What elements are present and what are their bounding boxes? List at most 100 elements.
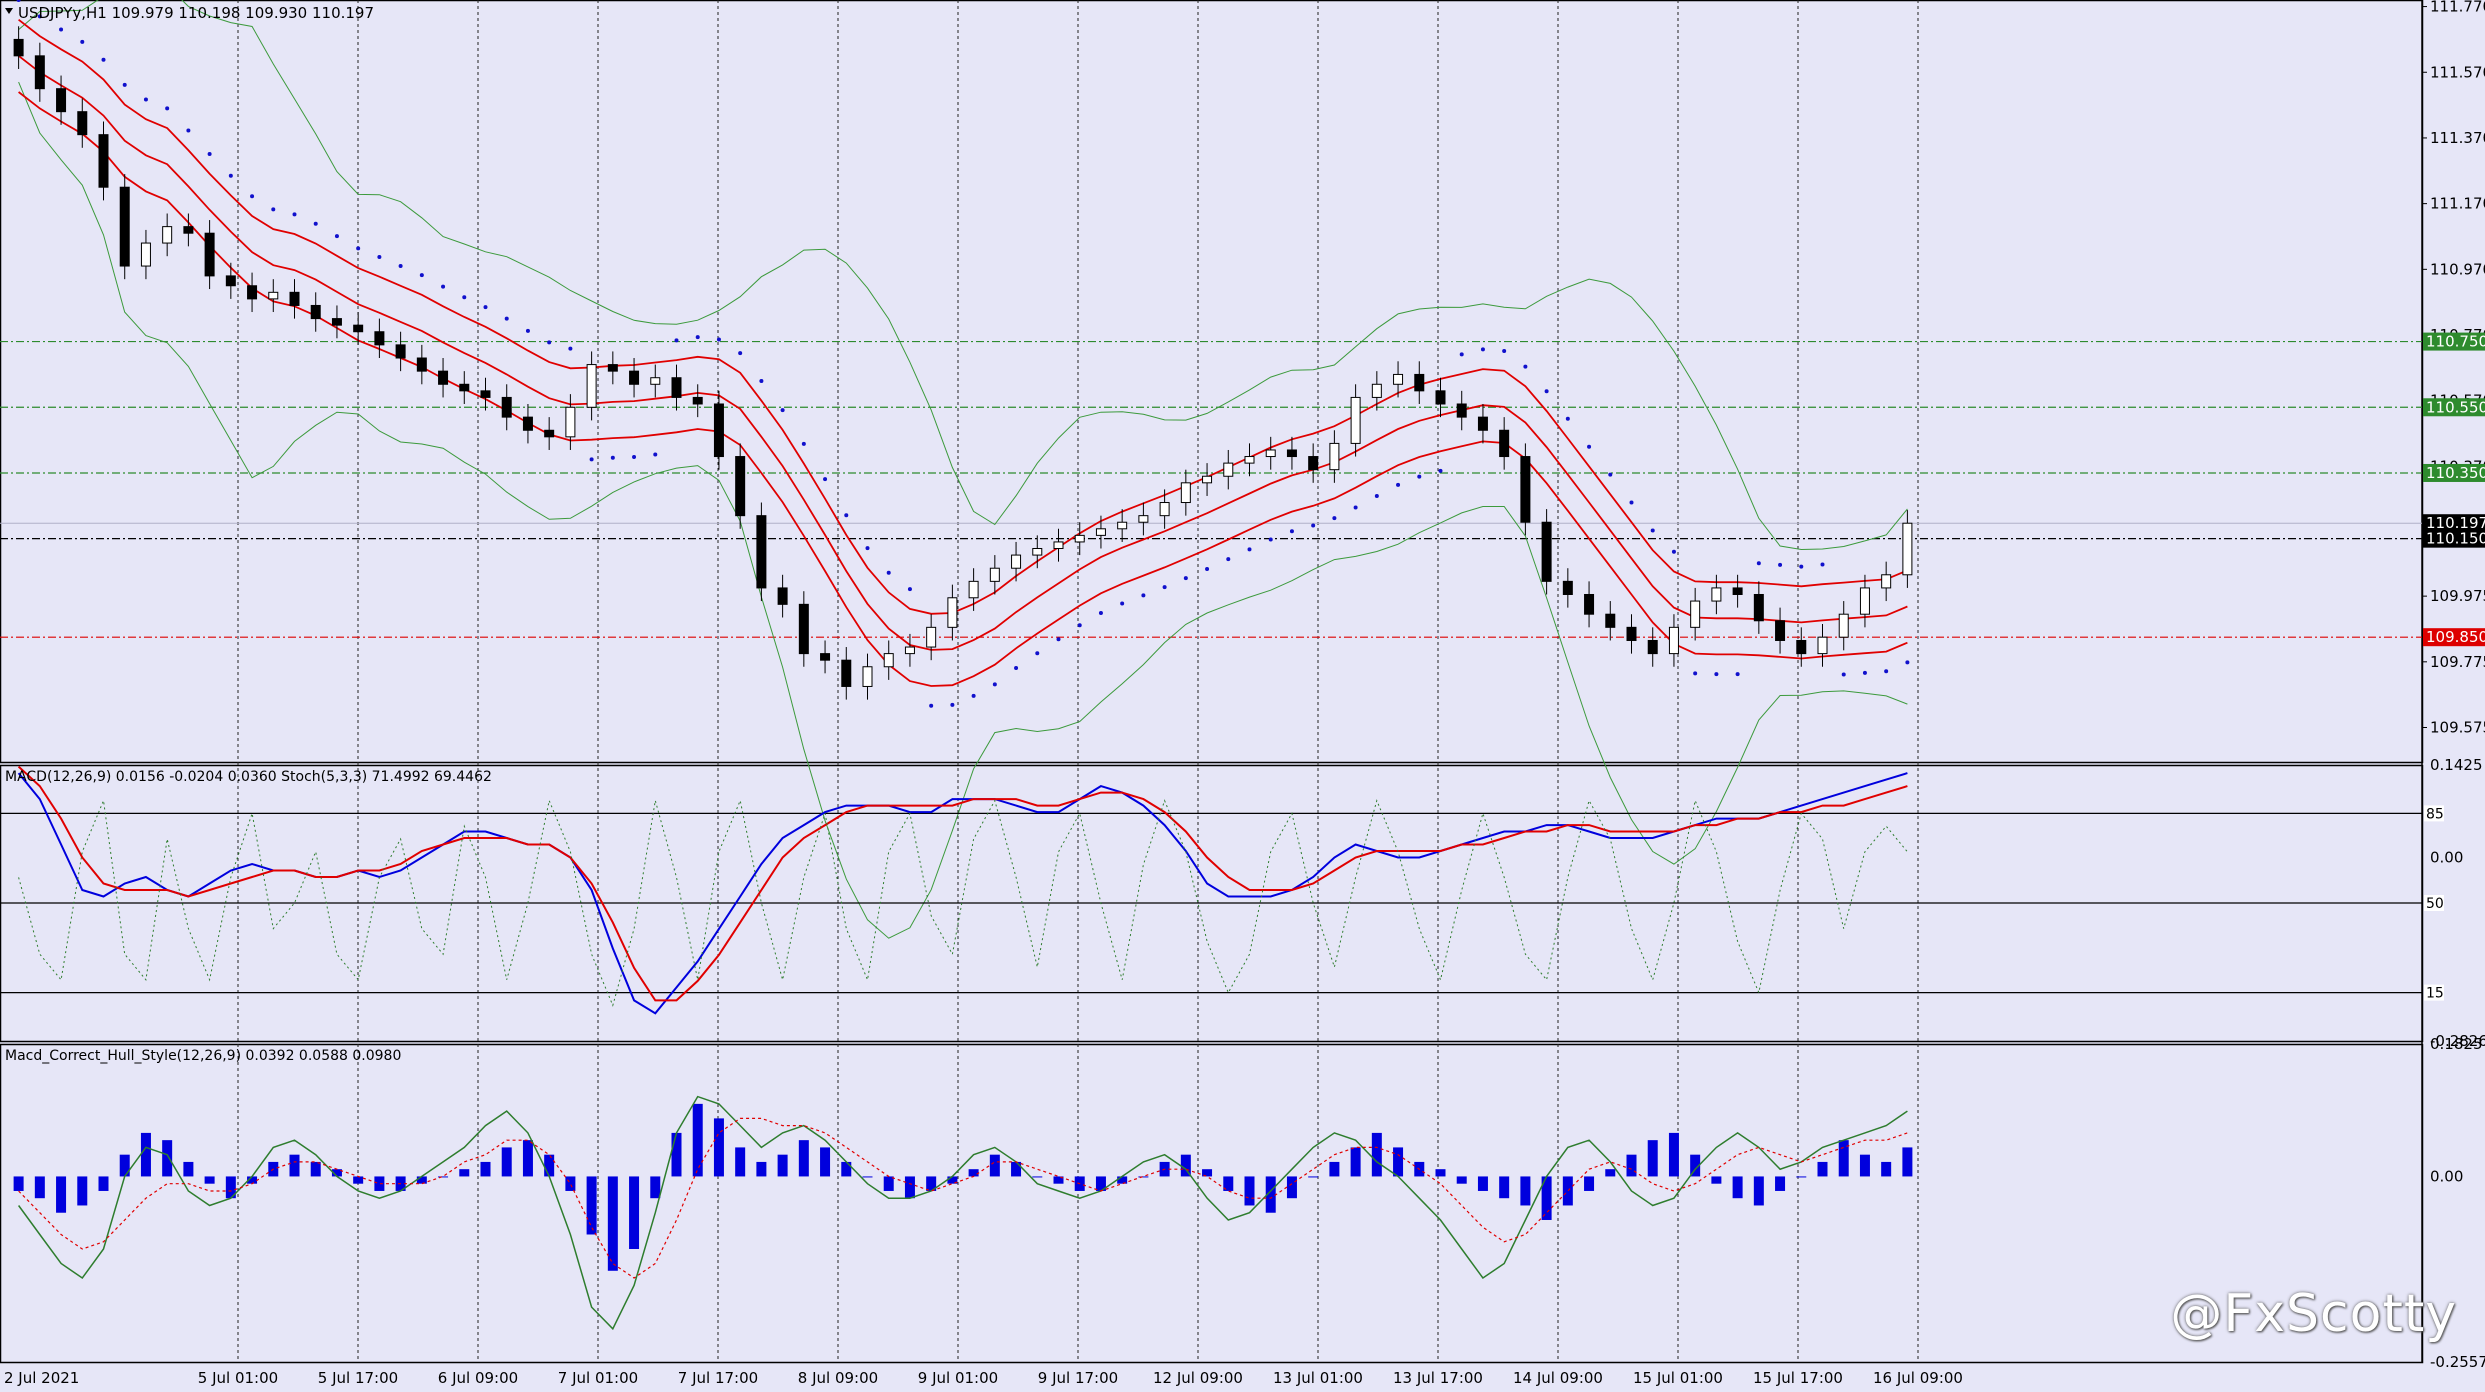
candle-body (883, 653, 894, 668)
candle-body (268, 291, 279, 300)
candle-body (1881, 574, 1892, 589)
chart-canvas[interactable]: 2 Jul 2021 5 Jul 01:00 5 Jul 17:00 6 Jul 09… (0, 0, 2485, 1388)
time-axis-label: 15 Jul 17:00 (1753, 1369, 1843, 1387)
hull-histogram-bar (162, 1140, 173, 1177)
sar-dot (1162, 585, 1167, 590)
sar-dot (1756, 561, 1761, 566)
sar-dot (1523, 364, 1528, 369)
hull-tick-label: -0.2557 (2430, 1353, 2485, 1371)
candle-body (119, 186, 130, 267)
sar-dot (653, 452, 658, 457)
candle-body (1626, 626, 1637, 641)
hull-histogram-bar (459, 1169, 470, 1177)
candle-body (1308, 456, 1319, 471)
hull-histogram-bar (565, 1176, 576, 1191)
sar-dot (674, 338, 679, 343)
sar-dot (1565, 416, 1570, 421)
sar-dot (759, 379, 764, 383)
stoch-level-label: 50 (2426, 896, 2444, 912)
sar-dot (186, 128, 191, 133)
sar-dot (1035, 651, 1040, 656)
sar-dot (1438, 468, 1443, 473)
candle-body (650, 377, 661, 385)
hull-histogram-bar (1308, 1176, 1319, 1178)
sar-dot (886, 570, 891, 575)
trading-chart[interactable]: 2 Jul 2021 5 Jul 01:00 5 Jul 17:00 6 Jul 09… (0, 0, 2485, 1388)
hull-histogram-bar (1626, 1154, 1637, 1177)
sar-dot (1820, 562, 1825, 567)
price-tick-label: 109.775 (2430, 653, 2485, 671)
hull-histogram-bar (1902, 1147, 1913, 1177)
candle-body (1753, 593, 1764, 622)
candle-body (1520, 456, 1531, 523)
envelope-upper-line (18, 18, 1908, 615)
sar-dot (1014, 665, 1019, 670)
price-tick-label: 110.970 (2430, 260, 2485, 278)
hull-histogram-bar (1668, 1132, 1679, 1177)
level-tag-label: 109.850 (2426, 628, 2485, 646)
candle-body (13, 38, 24, 57)
candle-body (1477, 416, 1488, 431)
sar-dot (1396, 482, 1401, 487)
time-axis-label: 5 Jul 17:00 (318, 1369, 398, 1387)
candle-body (926, 626, 937, 648)
sar-dot (632, 454, 637, 459)
candle-body (1244, 456, 1255, 464)
candle-body (1902, 522, 1913, 576)
hull-histogram-bar (1775, 1176, 1786, 1191)
hull-histogram-bar (1477, 1176, 1488, 1191)
hull-histogram-bar (904, 1176, 915, 1199)
macd-header: MACD(12,26,9) 0.0156 -0.0204 0.0360 Stoc… (5, 769, 492, 785)
candle-body (77, 111, 88, 136)
stoch-level-label: 15 (2426, 986, 2444, 1002)
candle-body (459, 383, 470, 392)
candle-body (1223, 462, 1234, 477)
time-axis-label: 6 Jul 09:00 (438, 1369, 518, 1387)
sar-dot (1735, 672, 1740, 677)
macd-series-main (17, 772, 1908, 1015)
sar-dot (1226, 557, 1231, 562)
hull-histogram-bar (204, 1176, 215, 1184)
price-tick-label: 111.770 (2430, 0, 2485, 16)
candle-body (586, 364, 597, 408)
candle-body (1286, 449, 1297, 458)
sar-dot (334, 234, 339, 239)
hull-histogram-bar (756, 1161, 767, 1177)
hull-histogram-bar (1562, 1176, 1573, 1206)
sar-dot (59, 27, 64, 32)
sar-dot (801, 441, 806, 446)
sar-dot (1353, 505, 1358, 510)
hull-histogram-bar (1350, 1147, 1361, 1177)
sar-dot (823, 477, 828, 482)
hull-histogram-bar (735, 1147, 746, 1177)
candle-body (353, 324, 364, 333)
hull-histogram-bar (77, 1176, 88, 1206)
candle-body (798, 603, 809, 655)
hull-histogram-bar (1817, 1161, 1828, 1177)
stoch-level-label: 85 (2426, 806, 2444, 822)
candle-body (671, 377, 682, 398)
price-tick-label: 111.170 (2430, 195, 2485, 213)
candle-body (1138, 515, 1149, 523)
sar-dot (780, 408, 785, 413)
sar-dot (1183, 576, 1188, 581)
hull-histogram-bar (1605, 1169, 1616, 1177)
sar-dot (1480, 347, 1485, 352)
hull-histogram-bar (1371, 1132, 1382, 1177)
level-tag-label: 110.150 (2426, 530, 2485, 548)
sar-dot (1799, 564, 1804, 569)
hull-histogram-bar (713, 1118, 724, 1177)
symbol-header: USDJPYy,H1 109.979 110.198 109.930 110.1… (18, 4, 374, 22)
hull-histogram-bar (501, 1147, 512, 1177)
candle-body (968, 580, 979, 599)
hull-histogram-bar (883, 1176, 894, 1191)
sar-dot (122, 82, 127, 87)
hull-histogram-bar (480, 1161, 491, 1177)
sar-dot (1247, 547, 1252, 552)
hull-histogram-bar (98, 1176, 109, 1191)
candle-body (289, 291, 300, 306)
hull-histogram-bar (820, 1147, 831, 1177)
sar-dot (1778, 562, 1783, 567)
candle-body (1562, 580, 1573, 595)
hull-histogram-bar (629, 1176, 640, 1250)
